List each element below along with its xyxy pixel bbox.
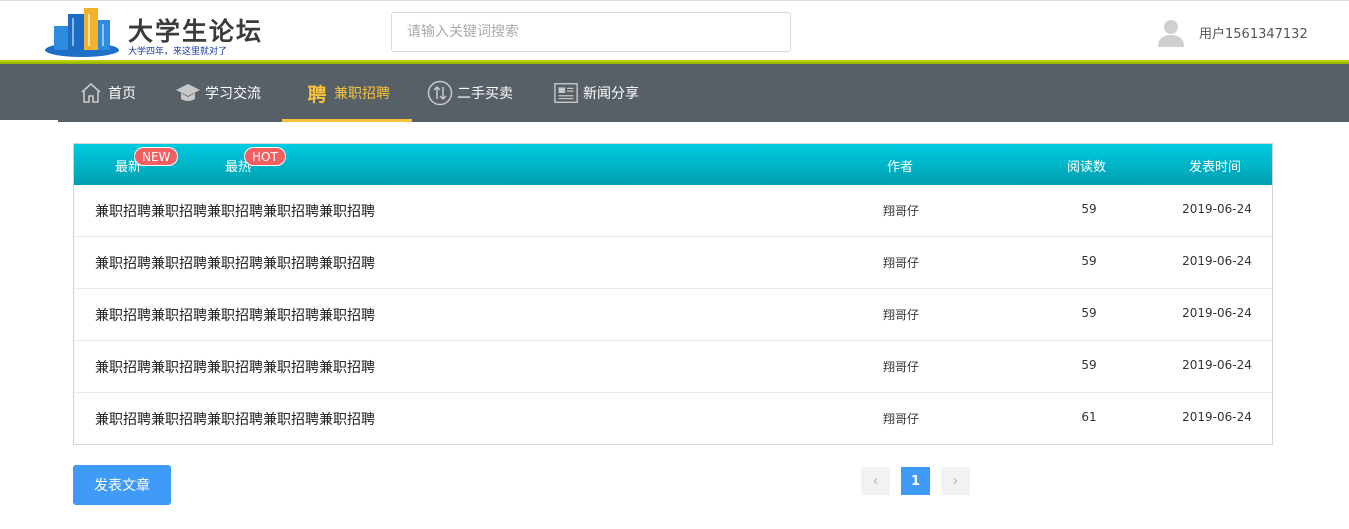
post-date: 2019-06-24 xyxy=(1182,306,1252,320)
logo-buildings-icon xyxy=(45,8,119,57)
table-row[interactable]: 兼职招聘兼职招聘兼职招聘兼职招聘兼职招聘 翔哥仔 61 2019-06-24 xyxy=(74,393,1272,445)
post-title[interactable]: 兼职招聘兼职招聘兼职招聘兼职招聘兼职招聘 xyxy=(95,253,375,273)
nav-item-label: 兼职招聘 xyxy=(334,86,390,102)
newspaper-icon xyxy=(553,80,579,106)
site-logo[interactable]: 大学生论坛 大学四年，来这里就对了 xyxy=(44,6,294,58)
table-body: 兼职招聘兼职招聘兼职招聘兼职招聘兼职招聘 翔哥仔 59 2019-06-24 兼… xyxy=(74,185,1272,445)
search-input[interactable] xyxy=(392,13,790,51)
new-badge: NEW xyxy=(134,147,179,166)
post-views: 59 xyxy=(1081,306,1097,320)
post-title[interactable]: 兼职招聘兼职招聘兼职招聘兼职招聘兼职招聘 xyxy=(95,357,375,377)
post-author: 翔哥仔 xyxy=(882,360,919,374)
table-row[interactable]: 兼职招聘兼职招聘兼职招聘兼职招聘兼职招聘 翔哥仔 59 2019-06-24 xyxy=(74,289,1272,341)
post-title[interactable]: 兼职招聘兼职招聘兼职招聘兼职招聘兼职招聘 xyxy=(95,409,375,429)
graduation-cap-icon xyxy=(175,80,201,106)
job-icon: 聘 xyxy=(307,83,327,106)
post-date: 2019-06-24 xyxy=(1182,358,1252,372)
home-icon xyxy=(78,80,104,106)
nav-item-home[interactable]: 首页 xyxy=(78,64,136,122)
site-slogan: 大学四年，来这里就对了 xyxy=(128,47,228,57)
post-author: 翔哥仔 xyxy=(882,412,919,426)
nav-item-jobs[interactable]: 聘 兼职招聘 xyxy=(282,64,412,122)
post-author: 翔哥仔 xyxy=(882,256,919,270)
post-author: 翔哥仔 xyxy=(882,204,919,218)
column-author: 作者 xyxy=(887,160,914,175)
post-article-button[interactable]: 发表文章 xyxy=(73,465,171,505)
nav-item-label: 首页 xyxy=(108,86,136,102)
exchange-icon xyxy=(427,80,453,106)
table-row[interactable]: 兼职招聘兼职招聘兼职招聘兼职招聘兼职招聘 翔哥仔 59 2019-06-24 xyxy=(74,341,1272,393)
post-views: 59 xyxy=(1081,202,1097,216)
post-views: 59 xyxy=(1081,358,1097,372)
nav-item-label: 新闻分享 xyxy=(583,86,639,102)
chevron-right-icon: › xyxy=(952,473,959,489)
pagination: ‹ 1 › xyxy=(861,467,970,495)
post-date: 2019-06-24 xyxy=(1182,202,1252,216)
search-box[interactable] xyxy=(391,12,791,52)
page-1-button[interactable]: 1 xyxy=(901,467,930,495)
tab-latest[interactable]: 最新 NEW xyxy=(115,147,179,175)
nav-item-study[interactable]: 学习交流 xyxy=(175,64,261,122)
hot-badge: HOT xyxy=(244,147,286,166)
table-row[interactable]: 兼职招聘兼职招聘兼职招聘兼职招聘兼职招聘 翔哥仔 59 2019-06-24 xyxy=(74,185,1272,237)
post-views: 59 xyxy=(1081,254,1097,268)
post-date: 2019-06-24 xyxy=(1182,410,1252,424)
next-page-button[interactable]: › xyxy=(941,467,970,495)
post-title[interactable]: 兼职招聘兼职招聘兼职招聘兼职招聘兼职招聘 xyxy=(95,305,375,325)
tab-hottest[interactable]: 最热 HOT xyxy=(225,147,286,175)
column-views: 阅读数 xyxy=(1067,160,1107,175)
nav-item-market[interactable]: 二手买卖 xyxy=(427,64,513,122)
nav-item-label: 学习交流 xyxy=(205,86,261,102)
site-header: 大学生论坛 大学四年，来这里就对了 用户1561347132 xyxy=(0,0,1349,62)
chevron-left-icon: ‹ xyxy=(872,473,879,489)
main-nav: 首页 学习交流 聘 兼职招聘 二手买卖 新闻分享 xyxy=(0,64,1349,122)
nav-item-news[interactable]: 新闻分享 xyxy=(553,64,639,122)
post-author: 翔哥仔 xyxy=(882,308,919,322)
table-row[interactable]: 兼职招聘兼职招聘兼职招聘兼职招聘兼职招聘 翔哥仔 59 2019-06-24 xyxy=(74,237,1272,289)
avatar-icon xyxy=(1158,20,1184,47)
nav-bottom-edge xyxy=(0,120,58,123)
post-list-table: 最新 NEW 最热 HOT 作者 阅读数 发表时间 兼职招聘兼职招聘兼职招聘兼职… xyxy=(73,143,1273,445)
post-title[interactable]: 兼职招聘兼职招聘兼职招聘兼职招聘兼职招聘 xyxy=(95,201,375,221)
site-title: 大学生论坛 xyxy=(128,17,264,46)
username: 用户1561347132 xyxy=(1199,26,1308,42)
prev-page-button[interactable]: ‹ xyxy=(861,467,890,495)
user-menu[interactable]: 用户1561347132 xyxy=(1156,17,1308,47)
nav-item-label: 二手买卖 xyxy=(457,86,513,102)
column-date: 发表时间 xyxy=(1189,160,1242,175)
post-date: 2019-06-24 xyxy=(1182,254,1252,268)
table-header: 最新 NEW 最热 HOT 作者 阅读数 发表时间 xyxy=(74,144,1272,185)
post-views: 61 xyxy=(1081,410,1097,424)
